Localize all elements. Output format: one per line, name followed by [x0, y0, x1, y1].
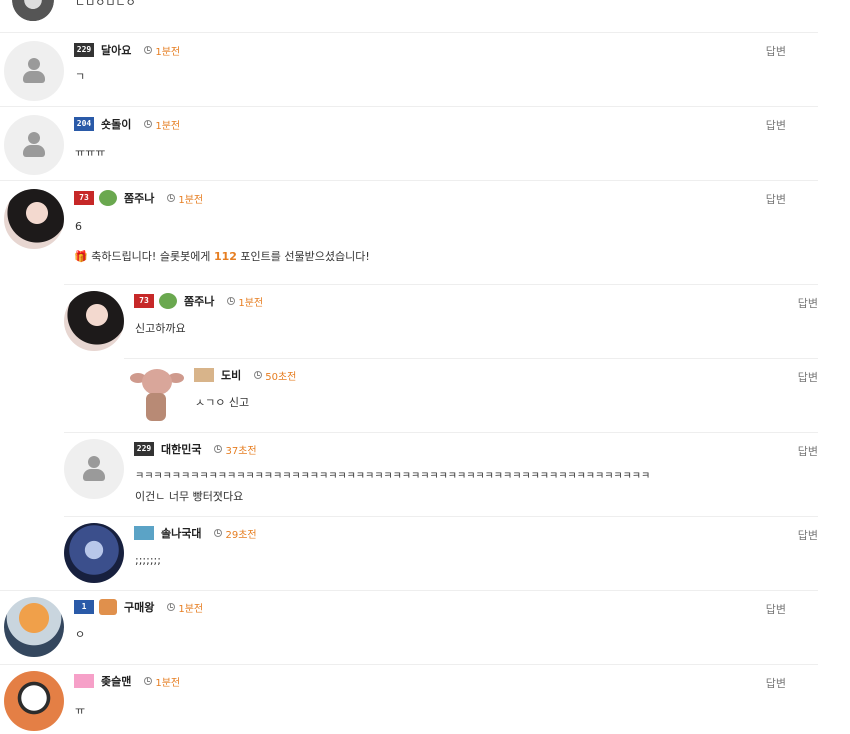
avatar [4, 597, 64, 657]
level-badge: 229 [134, 442, 154, 456]
avatar [64, 439, 124, 499]
clock-icon [214, 445, 223, 453]
reply-button[interactable]: 답변 [766, 43, 786, 59]
comment-text: ㅠ [75, 704, 86, 717]
nickname[interactable]: 숏돌이 [101, 116, 131, 132]
clock-icon [144, 46, 153, 54]
clock-icon [227, 297, 236, 305]
level-badge: 229 [74, 43, 94, 57]
timestamp: 29초전 [214, 526, 257, 541]
nickname[interactable]: 쫌주나 [184, 293, 214, 309]
avatar [4, 41, 64, 101]
comment-text: ㅋㅋㅋㅋㅋㅋㅋㅋㅋㅋㅋㅋㅋㅋㅋㅋㅋㅋㅋㅋㅋㅋㅋㅋㅋㅋㅋㅋㅋㅋㅋㅋㅋㅋㅋㅋㅋㅋㅋㅋ… [135, 471, 651, 482]
comment-item: 좆슬맨 1분전 답변 ㅠ [0, 664, 818, 734]
avatar [64, 291, 124, 351]
reply-button[interactable]: 답변 [766, 601, 786, 617]
comment-text: ;;;;;;; [135, 554, 161, 567]
comment-text: 6 [75, 220, 82, 233]
reply-button[interactable]: 답변 [766, 191, 786, 207]
reply-button[interactable]: 답변 [798, 443, 818, 459]
nickname[interactable]: 달아요 [101, 42, 131, 58]
clock-icon [214, 529, 223, 537]
timestamp: 1분전 [144, 674, 180, 689]
avatar [4, 189, 64, 249]
reply-item: 도비 50초전 답변 ㅅㄱㅇ 신고 [124, 358, 818, 432]
timestamp: 1분전 [144, 117, 180, 132]
comment-text-line2: 이건ㄴ 너무 빵터졋다요 [135, 490, 244, 503]
nickname[interactable]: 대한민국 [161, 441, 201, 457]
clock-icon [144, 677, 153, 685]
level-badge: 204 [74, 117, 94, 131]
avatar [4, 115, 64, 175]
nickname[interactable]: 도비 [221, 367, 241, 383]
gift-notice: 🎁 축하드립니다! 슬롯봇에게 112 포인트를 선물받으셨습니다! [74, 250, 370, 263]
gift-icon: 🎁 [74, 250, 88, 263]
comment-text: ㅅㄱㅇ 신고 [195, 396, 250, 409]
partial-comment: ㄴㅁㅇㅁㄴㅇ [0, 0, 850, 32]
timestamp: 1분전 [167, 600, 203, 615]
reply-button[interactable]: 답변 [798, 527, 818, 543]
nickname[interactable]: 구매왕 [124, 599, 154, 615]
clock-icon [167, 194, 176, 202]
timestamp: 37초전 [214, 442, 257, 457]
comment-item: 229 달아요 1분전 답변 ㄱ [0, 32, 818, 106]
avatar [64, 523, 124, 583]
nickname[interactable]: 솔나국대 [161, 525, 201, 541]
comment-item: 1 구매왕 1분전 답변 ㅇ [0, 590, 818, 664]
reply-button[interactable]: 답변 [798, 295, 818, 311]
avatar [4, 671, 64, 731]
level-badge: 1 [74, 600, 94, 614]
nickname[interactable]: 좆슬맨 [101, 673, 131, 689]
level-badge [74, 674, 94, 688]
comment-text: ㄱ [75, 70, 86, 83]
pepe-emoji-icon [159, 293, 177, 309]
comment-item: 204 숏돌이 1분전 답변 ㅠㅠㅠ [0, 106, 818, 180]
comment-text: 신고하까요 [135, 322, 186, 335]
avatar [128, 365, 188, 425]
nickname[interactable]: 쫌주나 [124, 190, 154, 206]
clock-icon [167, 603, 176, 611]
pepe-emoji-icon [99, 190, 117, 206]
reply-item: 솔나국대 29초전 답변 ;;;;;;; [64, 516, 818, 590]
comment-text: ㅠㅠㅠ [75, 146, 106, 159]
timestamp: 1분전 [167, 191, 203, 206]
level-badge: 73 [74, 191, 94, 205]
reply-button[interactable]: 답변 [766, 117, 786, 133]
timestamp: 1분전 [144, 43, 180, 58]
clock-icon [254, 371, 263, 379]
comment-text: ㅇ [75, 628, 86, 641]
comment-text: ㄴㅁㅇㅁㄴㅇ [75, 0, 136, 9]
reply-button[interactable]: 답변 [766, 675, 786, 691]
avatar [8, 0, 58, 24]
reply-item: 73 쫌주나 1분전 답변 신고하까요 [64, 284, 818, 358]
comment-item: 73 쫌주나 1분전 답변 6 🎁 축하드립니다! 슬롯봇에게 112 포인트를… [0, 180, 818, 284]
timestamp: 1분전 [227, 294, 263, 309]
level-badge: 73 [134, 294, 154, 308]
clock-icon [144, 120, 153, 128]
reply-item: 229 대한민국 37초전 답변 ㅋㅋㅋㅋㅋㅋㅋㅋㅋㅋㅋㅋㅋㅋㅋㅋㅋㅋㅋㅋㅋㅋㅋ… [64, 432, 818, 516]
reply-button[interactable]: 답변 [798, 369, 818, 385]
timestamp: 50초전 [254, 368, 296, 383]
anpanman-emoji-icon [99, 599, 117, 615]
level-badge [134, 526, 154, 540]
level-badge [194, 368, 214, 382]
